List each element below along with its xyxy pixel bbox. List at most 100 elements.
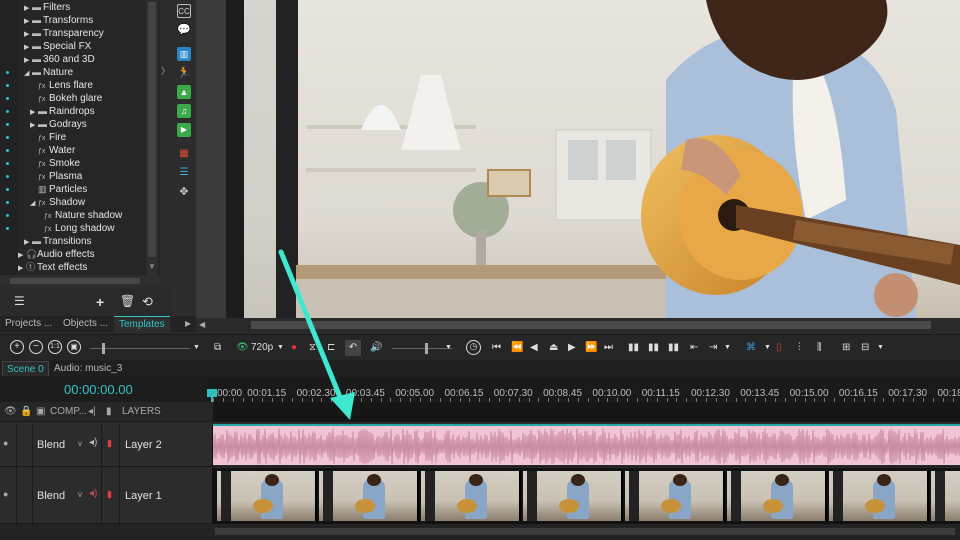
panel-collapse-icon[interactable]: 〉 [161, 64, 170, 77]
tree-item[interactable]: ƒx Bokeh glare [30, 92, 102, 105]
tree-item[interactable]: ▶ ▬ Transforms [24, 14, 93, 27]
tree-item[interactable]: ▶ ⓣ Text effects [18, 261, 87, 274]
speech-bubble-icon[interactable]: 💬 [177, 23, 191, 37]
tree-item[interactable]: ƒx Smoke [30, 157, 80, 170]
tree-item[interactable]: ▥ Particles [30, 183, 87, 196]
tree-horizontal-scrollbar[interactable] [0, 276, 160, 286]
tree-item[interactable]: ƒx Lens flare [30, 79, 93, 92]
track-lock-cell[interactable] [17, 467, 33, 523]
dropdown-icon[interactable]: ▼ [193, 340, 200, 356]
tree-item[interactable]: ▶ 🎧Audio effects [18, 248, 95, 261]
track-audio-cell[interactable]: ◂) [86, 423, 102, 466]
track-visibility-cell[interactable]: ● [0, 423, 17, 466]
zoom-slider-knob[interactable] [102, 343, 105, 354]
image-icon[interactable]: ▲ [177, 85, 191, 99]
tree-item[interactable]: ▶ ▬ Filters [24, 1, 70, 14]
preview-window-icon[interactable]: ⧉ [214, 340, 221, 356]
tree-item[interactable]: ▶ ▬ Raindrops [30, 105, 95, 118]
frames-1-icon[interactable]: ▮▮ [628, 340, 639, 356]
snap-dropdown-icon[interactable]: ▼ [764, 340, 771, 356]
tree-vertical-scrollbar[interactable]: ▼ [146, 0, 158, 275]
tree-item[interactable]: ƒx Water [30, 144, 75, 157]
layers-icon[interactable]: ☰ [177, 166, 191, 180]
tree-item[interactable]: ◢ ƒx Shadow [30, 196, 85, 209]
tree-scroll-thumb[interactable] [148, 2, 156, 257]
go-out-icon[interactable]: ⇥ [709, 340, 717, 356]
skip-end-icon[interactable]: ⏭ [604, 340, 613, 356]
timeline-horizontal-scrollbar[interactable] [0, 524, 960, 540]
tab-audio-music[interactable]: Audio: music_3 [50, 361, 126, 376]
eye-icon[interactable]: ● [3, 438, 8, 448]
tabs-scroll-right-icon[interactable]: ▶ [180, 316, 196, 332]
running-man-icon[interactable]: 🏃 [177, 66, 191, 80]
tree-view-icon[interactable]: ☰ [14, 294, 25, 308]
video-clip[interactable] [213, 468, 960, 524]
snap-icon[interactable]: ⌘ [746, 340, 756, 356]
preview-scroll-thumb[interactable] [251, 321, 931, 329]
skip-start-icon[interactable]: ⏮ [492, 340, 501, 356]
blend-mode-select[interactable]: Blend [37, 490, 65, 502]
tree-hscroll-thumb[interactable] [10, 278, 140, 284]
playhead[interactable] [207, 377, 217, 403]
fit-icon[interactable]: ▣ [67, 340, 81, 354]
tree-item[interactable]: ◢ ▬ Nature [24, 66, 73, 79]
fast-forward-icon[interactable]: ⏩ [585, 340, 597, 356]
zoom-in-icon[interactable]: + [10, 340, 24, 354]
step-back-icon[interactable]: ◀ [530, 340, 538, 356]
speaker-icon[interactable]: ◂) [89, 437, 97, 448]
music-icon[interactable]: ♫ [177, 104, 191, 118]
timeline-scroll-thumb[interactable] [215, 528, 955, 535]
volume-icon[interactable]: 🔊 [370, 340, 382, 356]
tree-item[interactable]: ▶ ▬ Transparency [24, 27, 104, 40]
undo-icon[interactable]: ↶ [345, 340, 361, 356]
expand-arrow-icon[interactable]: ▶ [18, 262, 26, 275]
volume-dropdown-icon[interactable]: ▼ [445, 340, 452, 356]
tab-templates[interactable]: Templates [114, 316, 170, 332]
scroll-left-icon[interactable]: ◀ [199, 320, 205, 329]
track-marker-cell[interactable]: ▮ [102, 423, 120, 466]
tab-objects[interactable]: Objects ... [58, 316, 113, 332]
volume-slider-knob[interactable] [425, 343, 428, 354]
record-icon[interactable]: ● [291, 340, 297, 356]
video-preview[interactable] [196, 0, 960, 318]
move-icon[interactable]: ✥ [177, 185, 191, 199]
lock-icon[interactable]: 🔒 [20, 406, 32, 417]
track-marker-cell[interactable]: ▮ [102, 467, 120, 523]
marker-red-icon[interactable]: ▯ [776, 340, 782, 356]
mute-icon[interactable]: ◂) [89, 488, 97, 499]
zoom-100-icon[interactable]: 1:1 [48, 340, 62, 354]
track-audio-cell[interactable]: ◂) [86, 467, 102, 523]
tree-item[interactable]: ▶ ▬ Godrays [30, 118, 87, 131]
tab-projects[interactable]: Projects ... [0, 316, 57, 332]
add-icon[interactable]: + [96, 294, 104, 310]
equalizer-icon[interactable]: ▦ [177, 147, 191, 161]
audio-clip[interactable] [213, 424, 960, 465]
play-icon[interactable]: ▶ [568, 340, 576, 356]
go-in-icon[interactable]: ⇤ [690, 340, 698, 356]
eye-icon[interactable]: ● [3, 489, 8, 499]
tab-scene-0[interactable]: Scene 0 [2, 361, 49, 376]
clock-icon[interactable]: ◷ [466, 340, 481, 355]
frames-3-icon[interactable]: ▮▮ [668, 340, 679, 356]
video-icon[interactable]: ▶ [177, 123, 191, 137]
trash-icon[interactable]: 🗑 [120, 294, 135, 308]
quality-dropdown-icon[interactable]: ▼ [277, 340, 284, 356]
blend-dropdown-icon[interactable]: v [78, 490, 82, 499]
go-dropdown-icon[interactable]: ▼ [724, 340, 731, 356]
tree-item[interactable]: ƒx Plasma [30, 170, 82, 183]
eye-icon[interactable]: 👁 [236, 340, 249, 356]
tree-item[interactable]: ƒx Nature shadow [36, 209, 122, 222]
blend-dropdown-icon[interactable]: v [78, 439, 82, 448]
distribute-icon[interactable]: ⫼ [817, 340, 822, 356]
track-visibility-cell[interactable]: ● [0, 467, 17, 523]
tree-item[interactable]: ▶ ▬ Special FX [24, 40, 91, 53]
zoom-out-icon[interactable]: − [29, 340, 43, 354]
zoom-slider-track[interactable] [90, 348, 190, 349]
timeline-ruler[interactable]: 00:00 00:01.15 00:02.30 00:03.45 00:05.00 00:… [207, 377, 960, 402]
tree-item[interactable]: ▶ ▬ Transitions [24, 235, 92, 248]
tree-item[interactable]: ƒx Fire [30, 131, 66, 144]
volume-slider-track[interactable] [392, 348, 452, 349]
scroll-down-icon[interactable]: ▼ [148, 262, 156, 271]
visibility-icon[interactable]: 👁 [4, 406, 17, 417]
quality-select[interactable]: 720p [251, 340, 273, 356]
